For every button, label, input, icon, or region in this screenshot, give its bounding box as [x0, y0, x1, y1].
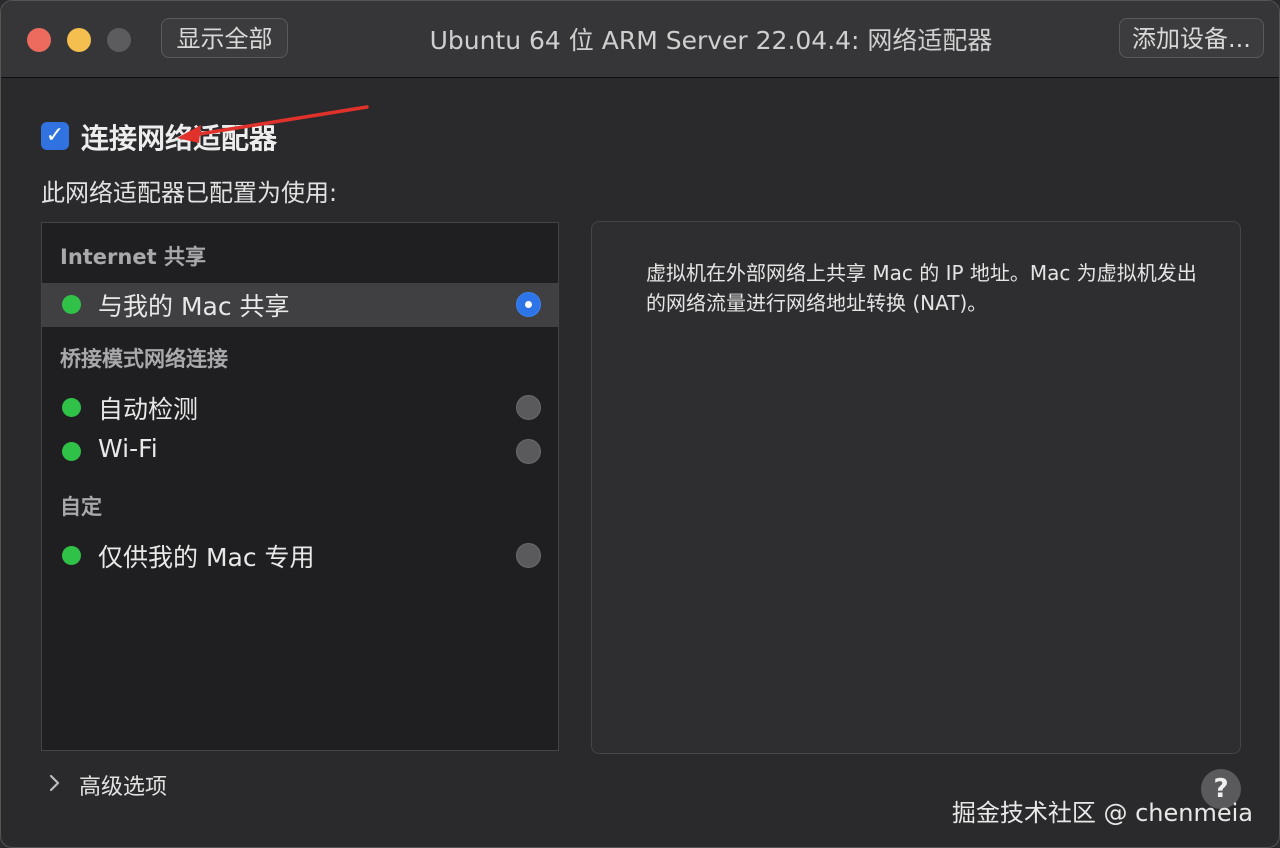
section-header-custom: 自定 — [60, 495, 102, 519]
list-item-label: Wi-Fi — [98, 434, 158, 463]
description-text: 虚拟机在外部网络上共享 Mac 的 IP 地址。Mac 为虚拟机发出的网络流量进… — [646, 261, 1197, 315]
title-bar: 显示全部 Ubuntu 64 位 ARM Server 22.04.4: 网络适… — [1, 1, 1279, 78]
radio-button-selected[interactable] — [516, 292, 541, 317]
list-item-label: 与我的 Mac 共享 — [98, 292, 290, 321]
advanced-options-toggle[interactable]: 高级选项 — [79, 769, 167, 801]
radio-button[interactable] — [516, 439, 541, 464]
list-item-wifi[interactable]: Wi-Fi — [42, 430, 558, 474]
status-green-dot — [62, 546, 81, 565]
list-item-label: 仅供我的 Mac 专用 — [98, 543, 315, 572]
description-panel: 虚拟机在外部网络上共享 Mac 的 IP 地址。Mac 为虚拟机发出的网络流量进… — [591, 221, 1241, 754]
watermark-text: 掘金技术社区 @ chenmeia — [951, 799, 1253, 827]
radio-button[interactable] — [516, 395, 541, 420]
status-green-dot — [62, 442, 81, 461]
chevron-right-icon[interactable] — [45, 771, 65, 795]
annotation-arrow-icon — [177, 105, 369, 143]
list-item-autodetect[interactable]: 自动检测 — [42, 386, 558, 430]
status-green-dot — [62, 398, 81, 417]
show-all-button[interactable]: 显示全部 — [161, 18, 288, 58]
close-window-button[interactable] — [27, 28, 51, 52]
section-header-bridged: 桥接模式网络连接 — [60, 347, 228, 371]
add-device-button[interactable]: 添加设备... — [1119, 18, 1264, 58]
network-mode-list: Internet 共享 与我的 Mac 共享 桥接模式网络连接 自动检测 Wi-… — [41, 222, 559, 751]
list-item-private-to-mac[interactable]: 仅供我的 Mac 专用 — [42, 534, 558, 578]
window-title: Ubuntu 64 位 ARM Server 22.04.4: 网络适配器 — [429, 26, 993, 55]
radio-button[interactable] — [516, 543, 541, 568]
settings-window: 显示全部 Ubuntu 64 位 ARM Server 22.04.4: 网络适… — [0, 0, 1280, 848]
status-green-dot — [62, 295, 81, 314]
configured-for-label: 此网络适配器已配置为使用: — [41, 179, 338, 207]
minimize-window-button[interactable] — [67, 28, 91, 52]
section-header-internet-sharing: Internet 共享 — [60, 245, 206, 269]
zoom-window-button[interactable] — [107, 28, 131, 52]
list-item-label: 自动检测 — [98, 395, 199, 424]
connect-adapter-checkbox[interactable]: ✓ — [41, 122, 69, 150]
list-item-share-with-mac[interactable]: 与我的 Mac 共享 — [42, 283, 558, 327]
